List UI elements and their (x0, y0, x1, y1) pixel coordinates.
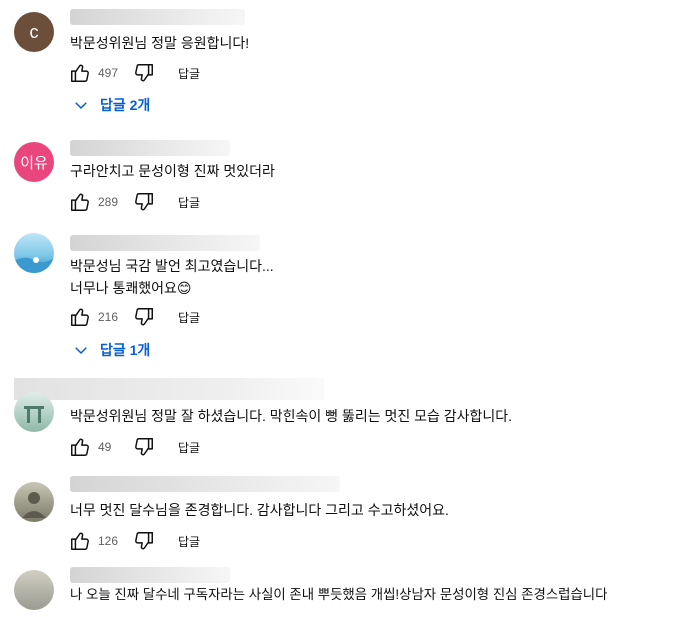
like-button[interactable] (68, 61, 92, 85)
reply-button[interactable]: 답글 (178, 194, 200, 211)
comment-actions: 49 답글 (68, 435, 200, 459)
dislike-button[interactable] (132, 435, 156, 459)
avatar-image (24, 406, 44, 423)
comment-line: 나 오늘 진짜 달수네 구독자라는 사실이 존내 뿌듯했음 개씹!상남자 문성이… (70, 587, 608, 602)
chevron-down-icon (75, 347, 87, 355)
avatar-image (22, 492, 46, 518)
author-name[interactable] (70, 567, 230, 583)
comment-line: 박문성님 국감 발언 최고였습니다... (70, 258, 274, 274)
comment-line: 너무 멋진 달수님을 존경합니다. 감사합니다 그리고 수고하셨어요. (70, 502, 449, 518)
comment-actions: 216 답글 (68, 305, 200, 329)
author-name[interactable] (70, 140, 230, 156)
thumbs-down-icon (135, 64, 153, 82)
avatar[interactable] (14, 233, 54, 273)
replies-label: 답글 2개 (100, 97, 151, 113)
like-count: 49 (98, 440, 112, 454)
thumbs-down-icon (135, 308, 153, 326)
avatar-letter: c (29, 21, 39, 42)
like-button[interactable] (68, 190, 92, 214)
thumbs-down-icon (135, 532, 153, 550)
author-name[interactable] (70, 476, 340, 492)
reply-button[interactable]: 답글 (178, 533, 200, 550)
blurred-region (14, 378, 324, 400)
avatar[interactable] (14, 392, 54, 432)
comment-actions: 126 답글 (68, 529, 200, 553)
avatar[interactable]: c (14, 12, 54, 52)
like-count: 289 (98, 195, 119, 209)
thumbs-up-icon (71, 64, 89, 82)
dislike-button[interactable] (132, 190, 156, 214)
replies-label: 답글 1개 (100, 342, 151, 358)
like-count: 497 (98, 66, 119, 80)
view-replies-button[interactable]: 답글 1개 (72, 339, 150, 361)
thumbs-up-icon (71, 193, 89, 211)
comment-actions: 497 답글 (68, 61, 200, 85)
comment-text: 나 오늘 진짜 달수네 구독자라는 사실이 존내 뿌듯했음 개씹!상남자 문성이… (70, 584, 607, 606)
comment-line: 박문성위원님 정말 잘 하셨습니다. 막힌속이 뻥 뚫리는 멋진 모습 감사합니… (70, 408, 513, 424)
thumbs-down-icon (135, 438, 153, 456)
avatar[interactable] (14, 570, 54, 610)
comment-line: 너무나 통쾌했어요😊 (70, 280, 192, 296)
thumbs-up-icon (71, 308, 89, 326)
comment-text: 구라안치고 문성이형 진짜 멋있더라 (70, 160, 275, 182)
comment-text: 박문성님 국감 발언 최고였습니다... 너무나 통쾌했어요😊 (70, 255, 274, 299)
reply-button[interactable]: 답글 (178, 439, 200, 456)
dislike-button[interactable] (132, 305, 156, 329)
thumbs-up-icon (71, 438, 89, 456)
comment-line: 박문성위원님 정말 응원합니다! (70, 35, 250, 51)
comment-text: 너무 멋진 달수님을 존경합니다. 감사합니다 그리고 수고하셨어요. (70, 499, 449, 521)
reply-button[interactable]: 답글 (178, 309, 200, 326)
comment-line: 구라안치고 문성이형 진짜 멋있더라 (70, 163, 275, 179)
dislike-button[interactable] (132, 61, 156, 85)
comment-actions: 289 답글 (68, 190, 200, 214)
comment-text: 박문성위원님 정말 잘 하셨습니다. 막힌속이 뻥 뚫리는 멋진 모습 감사합니… (70, 405, 512, 427)
chevron-down-icon (75, 102, 87, 110)
reply-button[interactable]: 답글 (178, 65, 200, 82)
like-button[interactable] (68, 529, 92, 553)
thumbs-down-icon (135, 193, 153, 211)
dislike-button[interactable] (132, 529, 156, 553)
comment-text: 박문성위원님 정말 응원합니다! (70, 32, 249, 54)
like-button[interactable] (68, 305, 92, 329)
like-count: 126 (98, 534, 119, 548)
author-name[interactable] (70, 235, 260, 251)
avatar[interactable] (14, 482, 54, 522)
view-replies-button[interactable]: 답글 2개 (72, 94, 150, 116)
avatar[interactable]: 이유 (14, 142, 54, 182)
like-count: 216 (98, 310, 119, 324)
like-button[interactable] (68, 435, 92, 459)
avatar-image (14, 257, 54, 273)
author-name[interactable] (70, 9, 245, 25)
avatar-letter: 이유 (20, 154, 48, 172)
thumbs-up-icon (71, 532, 89, 550)
